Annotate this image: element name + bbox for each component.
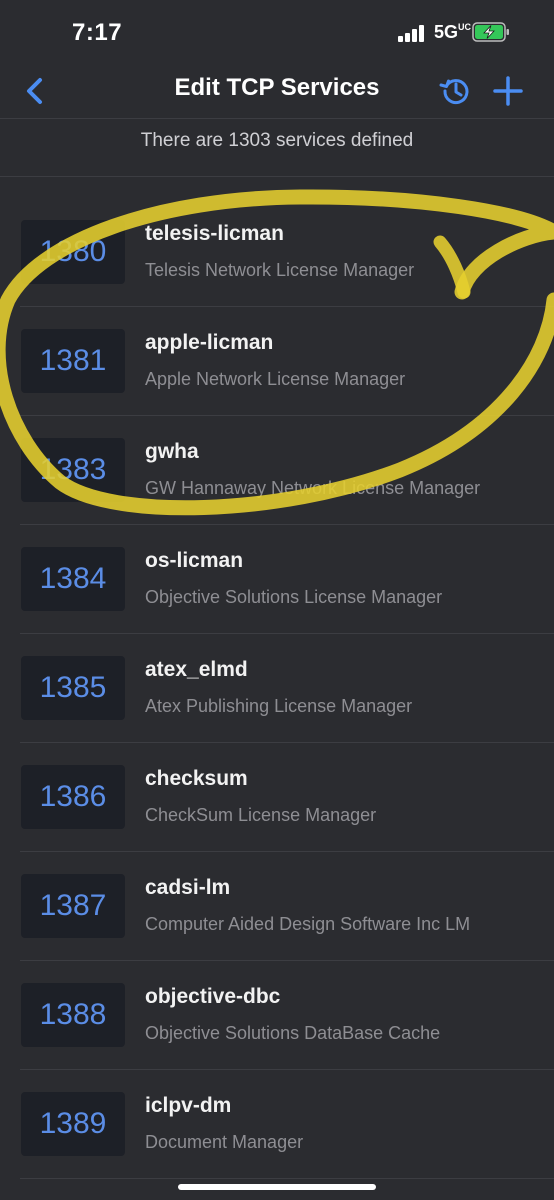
port-badge: 1386 [21, 765, 125, 829]
services-count-summary: There are 1303 services defined [0, 118, 554, 177]
services-list: 1380 telesis-licman Telesis Network Lice… [0, 198, 554, 1179]
cellular-signal-icon [398, 24, 428, 42]
service-name: gwha [145, 440, 199, 463]
service-name: objective-dbc [145, 985, 281, 1008]
service-description: Objective Solutions DataBase Cache [145, 1023, 441, 1043]
port-badge: 1387 [21, 874, 125, 938]
port-badge: 1383 [21, 438, 125, 502]
service-description: GW Hannaway Network License Manager [145, 478, 481, 498]
network-suffix: UC [458, 22, 472, 32]
list-item[interactable]: 1384 os-licman Objective Solutions Licen… [0, 525, 554, 634]
service-description: Objective Solutions License Manager [145, 587, 443, 607]
plus-icon[interactable] [490, 73, 526, 109]
service-description: Atex Publishing License Manager [145, 696, 413, 716]
service-description: Apple Network License Manager [145, 369, 406, 389]
port-badge: 1385 [21, 656, 125, 720]
network-label: 5G [434, 22, 459, 42]
home-indicator[interactable] [178, 1184, 376, 1190]
list-item[interactable]: 1380 telesis-licman Telesis Network Lice… [0, 198, 554, 307]
status-time: 7:17 [72, 19, 123, 46]
list-item[interactable]: 1388 objective-dbc Objective Solutions D… [0, 961, 554, 1070]
service-description: Document Manager [145, 1132, 304, 1152]
service-name: cadsi-lm [145, 876, 231, 899]
port-badge: 1381 [21, 329, 125, 393]
service-description: Telesis Network License Manager [145, 260, 415, 280]
list-item[interactable]: 1383 gwha GW Hannaway Network License Ma… [0, 416, 554, 525]
navigation-bar: Edit TCP Services [0, 64, 554, 119]
service-description: CheckSum License Manager [145, 805, 377, 825]
port-badge: 1384 [21, 547, 125, 611]
list-item[interactable]: 1389 iclpv-dm Document Manager [0, 1070, 554, 1179]
port-badge: 1388 [21, 983, 125, 1047]
history-icon[interactable] [438, 73, 474, 109]
battery-charging-icon [472, 22, 509, 42]
port-badge: 1389 [21, 1092, 125, 1156]
chevron-left-icon[interactable] [18, 74, 52, 108]
service-name: apple-licman [145, 331, 274, 354]
list-item[interactable]: 1381 apple-licman Apple Network License … [0, 307, 554, 416]
service-name: checksum [145, 767, 248, 790]
service-name: iclpv-dm [145, 1094, 232, 1117]
list-item[interactable]: 1386 checksum CheckSum License Manager [0, 743, 554, 852]
service-name: atex_elmd [145, 658, 248, 681]
status-bar: 7:17 5GUC [0, 0, 554, 64]
network-type: 5GUC [434, 22, 471, 43]
port-badge: 1380 [21, 220, 125, 284]
service-name: telesis-licman [145, 222, 284, 245]
service-name: os-licman [145, 549, 244, 572]
list-item[interactable]: 1385 atex_elmd Atex Publishing License M… [0, 634, 554, 743]
screen: 7:17 5GUC Edit TCP Services There are 13… [0, 0, 554, 1200]
service-description: Computer Aided Design Software Inc LM [145, 914, 471, 934]
list-item[interactable]: 1387 cadsi-lm Computer Aided Design Soft… [0, 852, 554, 961]
